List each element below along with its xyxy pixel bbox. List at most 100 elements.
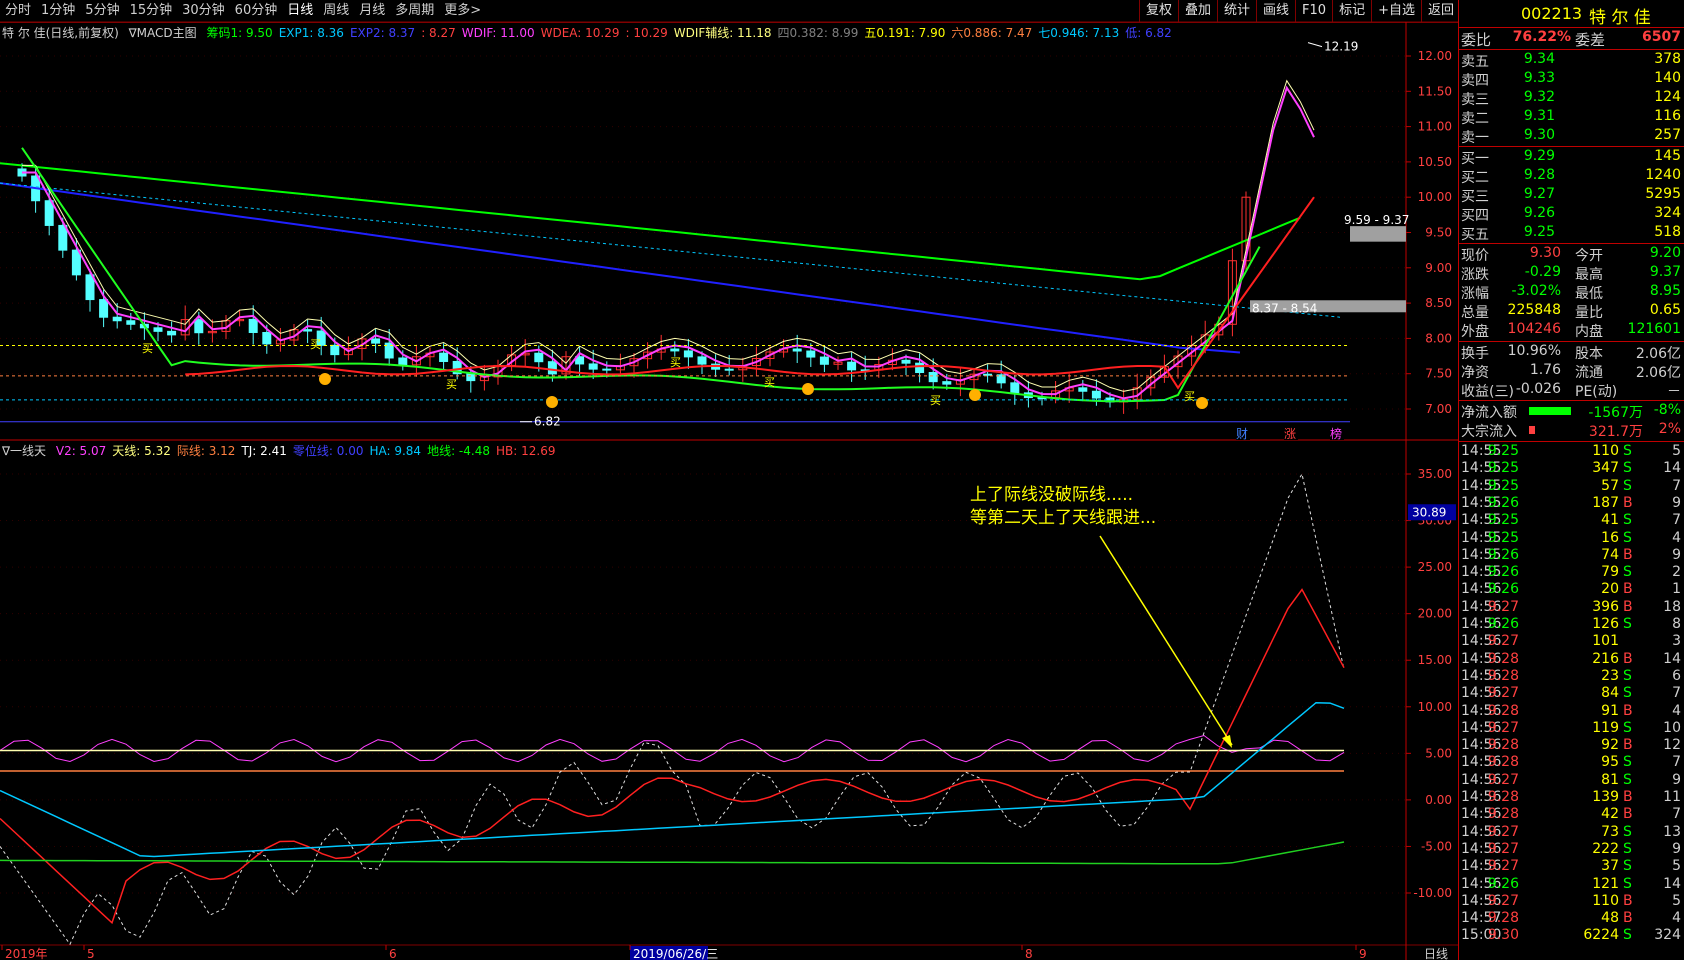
- tick-vol: 110: [1592, 892, 1619, 909]
- legend-item: 七0.946: 7.13: [1038, 26, 1120, 40]
- tick-count: 4: [1672, 702, 1681, 719]
- tick-price: 9.26: [1487, 875, 1519, 892]
- candle-body: [534, 352, 544, 363]
- date-label: 5: [87, 947, 95, 960]
- period-label: 日线: [1424, 947, 1448, 960]
- buy-level-row[interactable]: 买一 9.29 145: [1459, 148, 1684, 167]
- price-tick-label: 9.50: [1425, 226, 1452, 240]
- tick-count: 4: [1672, 529, 1681, 546]
- sub-tick-label: -10.00: [1413, 886, 1452, 900]
- sell-level-row[interactable]: 卖二 9.31 116: [1459, 108, 1684, 127]
- price-tick-label: 10.00: [1418, 190, 1452, 204]
- tick-side: B: [1623, 702, 1633, 719]
- buy-marker: 买: [142, 342, 153, 355]
- buy-marker: 买: [764, 376, 775, 389]
- wdea-line: [185, 196, 1315, 390]
- sell-level-row[interactable]: 卖四 9.33 140: [1459, 70, 1684, 89]
- tick-side: S: [1623, 858, 1632, 875]
- tick-count: 9: [1672, 771, 1681, 788]
- tick-side: S: [1623, 477, 1632, 494]
- sub-tick-label: 0.00: [1425, 793, 1452, 807]
- sub-indicator-selector[interactable]: ∇一线天: [2, 444, 46, 458]
- band-label: 9.59 - 9.37: [1344, 213, 1409, 227]
- stock-header[interactable]: 002213 特 尔 佳: [1459, 0, 1684, 28]
- tick-count: 7: [1672, 477, 1681, 494]
- buy-marker: 买: [446, 378, 457, 391]
- tick-price: 9.26: [1487, 616, 1519, 632]
- legend-item: WDIF: 11.00: [461, 26, 535, 40]
- sub-tick-label: 5.00: [1425, 746, 1452, 760]
- tick-vol: 139: [1592, 789, 1619, 805]
- candle-body: [915, 362, 925, 374]
- tick-row: 15:00 9.30 6224 S 324: [1459, 927, 1684, 947]
- sub-tick-label: 15.00: [1418, 653, 1452, 667]
- tj-line: [0, 472, 1345, 946]
- tick-vol: 92: [1601, 737, 1619, 754]
- sell-level-row[interactable]: 卖三 9.32 124: [1459, 89, 1684, 108]
- candle-body: [330, 344, 340, 356]
- tick-vol: 37: [1601, 858, 1619, 875]
- sell-level-row[interactable]: 卖一 9.30 257: [1459, 127, 1684, 146]
- tick-count: 2: [1672, 564, 1681, 581]
- date-label: 2019年: [5, 947, 48, 960]
- tick-price: 9.28: [1487, 789, 1519, 805]
- candle-body: [126, 320, 136, 325]
- event-marker[interactable]: 榜: [1330, 426, 1342, 441]
- tick-vol: 41: [1601, 512, 1619, 529]
- legend-item: 五0.191: 7.90: [864, 26, 946, 40]
- sub-tick-label: 20.00: [1418, 607, 1452, 621]
- tick-count: 7: [1672, 512, 1681, 529]
- tick-side: B: [1623, 650, 1633, 667]
- tick-count: 4: [1672, 910, 1681, 927]
- tick-count: 9: [1672, 546, 1681, 563]
- candle-body: [806, 350, 816, 358]
- legend-item: 筹码1: 9.50: [206, 26, 273, 40]
- candle-body: [588, 363, 598, 370]
- buy-level-row[interactable]: 买二 9.28 1240: [1459, 167, 1684, 186]
- candle-body: [99, 299, 109, 318]
- tick-side: S: [1623, 616, 1632, 632]
- indicator-selector[interactable]: ∇MACD主图: [129, 26, 197, 40]
- tick-price: 9.27: [1487, 892, 1519, 909]
- tick-count: 1: [1672, 581, 1681, 598]
- chart-canvas[interactable]: 12.00 11.50 11.00 10.50 10.00 9.50 9.00 8.50 8.0…: [0, 0, 1458, 960]
- tick-price: 9.27: [1487, 598, 1519, 615]
- flow-row: 大宗流入 321.7万 2%: [1461, 421, 1681, 440]
- tick-count: 324: [1654, 927, 1681, 944]
- tick-price: 9.28: [1487, 702, 1519, 719]
- signal-coin: [802, 383, 814, 395]
- buy-level-row[interactable]: 买三 9.27 5295: [1459, 186, 1684, 205]
- candle-body: [1091, 390, 1101, 399]
- tick-vol: 81: [1601, 771, 1619, 788]
- legend-item: WDIF辅线: 11.18: [673, 26, 772, 40]
- buy-level-row[interactable]: 买四 9.26 324: [1459, 205, 1684, 224]
- event-marker[interactable]: 财: [1236, 427, 1248, 441]
- wdif-aux-line: [22, 79, 1315, 392]
- sell-level-row[interactable]: 卖五 9.34 378: [1459, 51, 1684, 70]
- tick-count: 8: [1672, 616, 1681, 632]
- candle-body: [398, 357, 408, 366]
- buy-level-row[interactable]: 买五 9.25 518: [1459, 224, 1684, 243]
- sub-tick-label: 35.00: [1418, 467, 1452, 481]
- flow-row: 净流入额 -1567万 -8%: [1461, 402, 1681, 421]
- tick-side: S: [1623, 443, 1632, 459]
- tick-price: 9.28: [1487, 667, 1519, 684]
- tick-count: 7: [1672, 754, 1681, 771]
- legend-item: : 8.27: [421, 26, 456, 40]
- candle-body: [792, 348, 802, 352]
- dixian-line: [0, 841, 1345, 865]
- tick-price: 9.26: [1487, 581, 1519, 598]
- tick-vol: 48: [1601, 910, 1619, 927]
- candle-body: [112, 316, 122, 322]
- candle-body: [847, 361, 857, 371]
- candle-body: [194, 319, 204, 334]
- candle-body: [85, 274, 95, 301]
- event-marker[interactable]: 涨: [1284, 426, 1296, 441]
- tick-vol: 347: [1592, 460, 1619, 477]
- sub-legend-item: 零位线: 0.00: [292, 444, 364, 458]
- candle-body: [942, 381, 952, 385]
- tick-price: 9.27: [1487, 823, 1519, 840]
- stat-row: 外盘 104246 内盘 121601: [1461, 321, 1681, 340]
- tick-vol: 42: [1601, 806, 1619, 823]
- stat-row: 现价 9.30 今开 9.20: [1461, 245, 1681, 264]
